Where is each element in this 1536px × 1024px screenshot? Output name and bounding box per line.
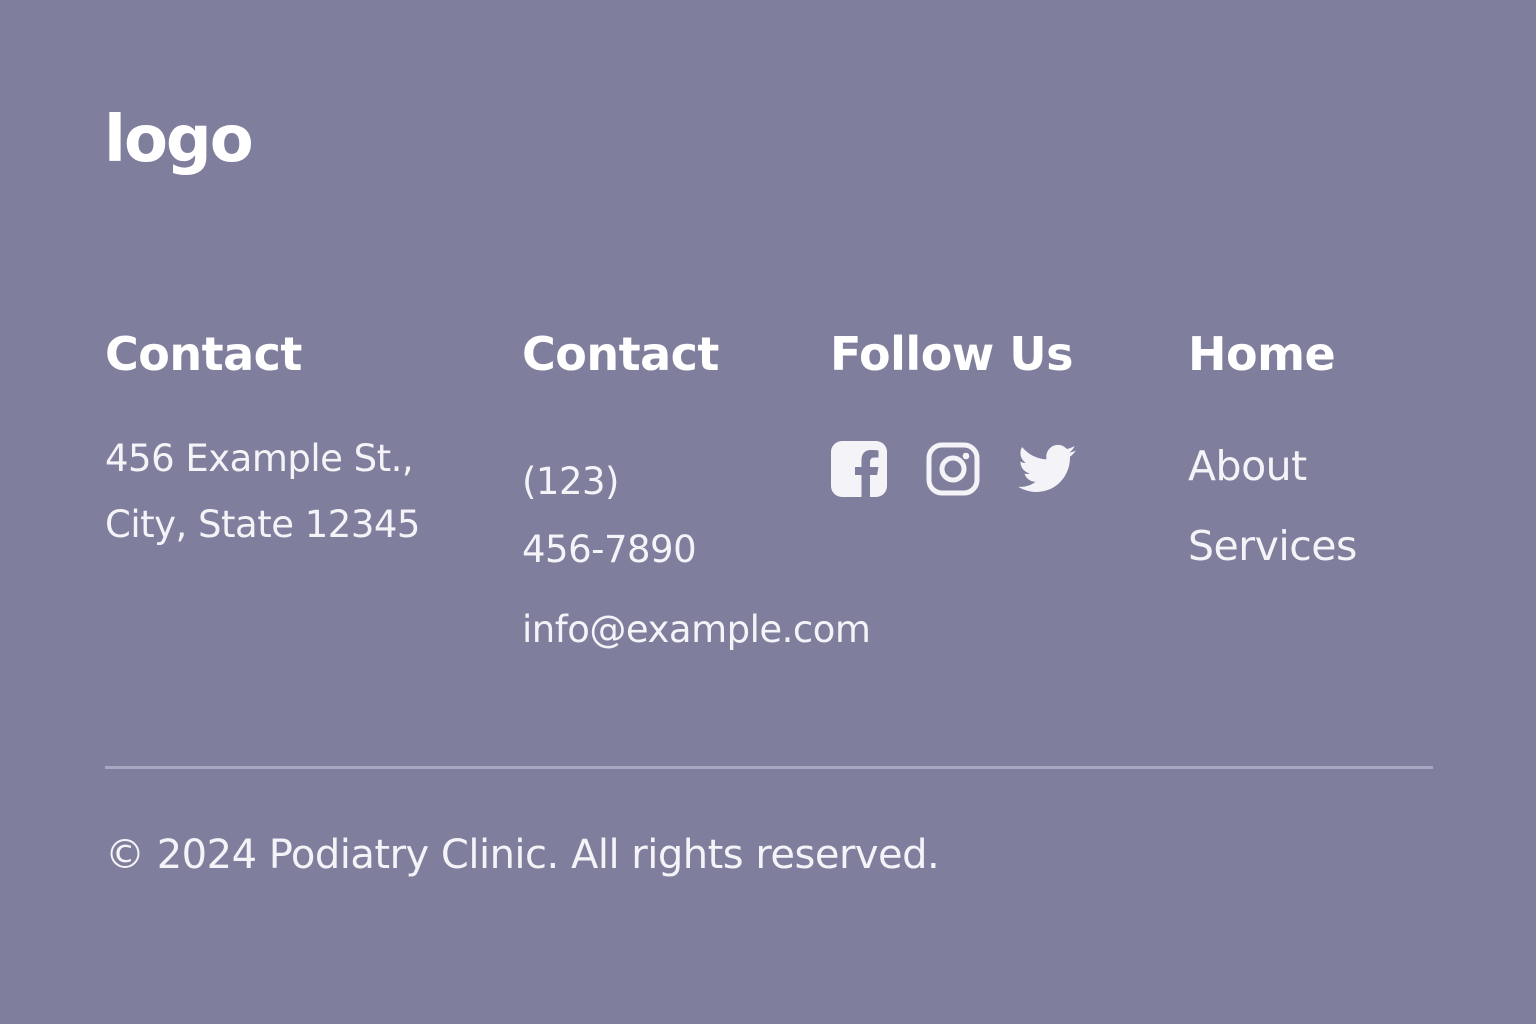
- nav-link-services[interactable]: Services: [1188, 506, 1488, 586]
- address-heading: Contact: [105, 327, 302, 381]
- nav-link-about[interactable]: About: [1188, 426, 1488, 506]
- follow-heading: Follow Us: [830, 327, 1074, 381]
- site-footer: logo Contact 456 Example St., City, Stat…: [0, 0, 1536, 1024]
- logo[interactable]: logo: [104, 108, 254, 172]
- follow-column: Follow Us: [830, 326, 1150, 498]
- social-icons: [830, 440, 1150, 498]
- nav-item-services: Services: [1188, 506, 1488, 586]
- facebook-icon[interactable]: [830, 440, 888, 498]
- nav-link-home[interactable]: Home: [1188, 327, 1336, 381]
- address-column: Contact 456 Example St., City, State 123…: [105, 326, 485, 558]
- footer-divider: [105, 766, 1433, 769]
- address-text: 456 Example St., City, State 12345: [105, 426, 485, 558]
- email-link[interactable]: info@example.com: [522, 606, 942, 654]
- nav-item-about: About: [1188, 426, 1488, 506]
- footer-nav: Home About Services: [1188, 326, 1488, 602]
- twitter-icon[interactable]: [1018, 440, 1076, 498]
- nav-heading: Home: [1188, 326, 1488, 382]
- copyright-text: © 2024 Podiatry Clinic. All rights reser…: [105, 832, 940, 878]
- phone-local-number: 456-7890: [522, 528, 697, 571]
- nav-list: About Services: [1188, 426, 1488, 586]
- address-city: City, State 12345: [105, 503, 420, 546]
- instagram-icon[interactable]: [924, 440, 982, 498]
- address-street: 456 Example St.,: [105, 437, 414, 480]
